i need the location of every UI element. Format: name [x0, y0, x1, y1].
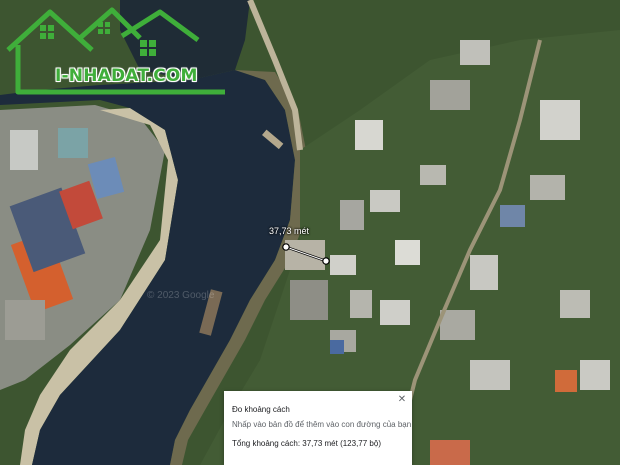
popup-title: Đo khoảng cách — [232, 405, 290, 414]
popup-instruction: Nhấp vào bản đồ để thêm vào con đường củ… — [232, 420, 412, 429]
measurement-distance-label: 37,73 mét — [269, 226, 310, 236]
building-roof-grey — [5, 300, 45, 340]
building-roof-teal — [58, 128, 88, 158]
measurement-point-start[interactable] — [282, 243, 290, 251]
building-roof-white — [10, 130, 38, 170]
measure-distance-popup: ✕ Đo khoảng cách Nhấp vào bản đồ để thêm… — [224, 391, 412, 465]
map-watermark: © 2023 Google — [147, 290, 215, 301]
close-icon[interactable]: ✕ — [396, 394, 408, 406]
total-distance: Tổng khoảng cách: 37,73 mét (123,77 bộ) — [232, 439, 381, 448]
brand-name: I-NHADAT.COM — [55, 66, 198, 86]
measurement-point-end[interactable] — [322, 257, 330, 265]
